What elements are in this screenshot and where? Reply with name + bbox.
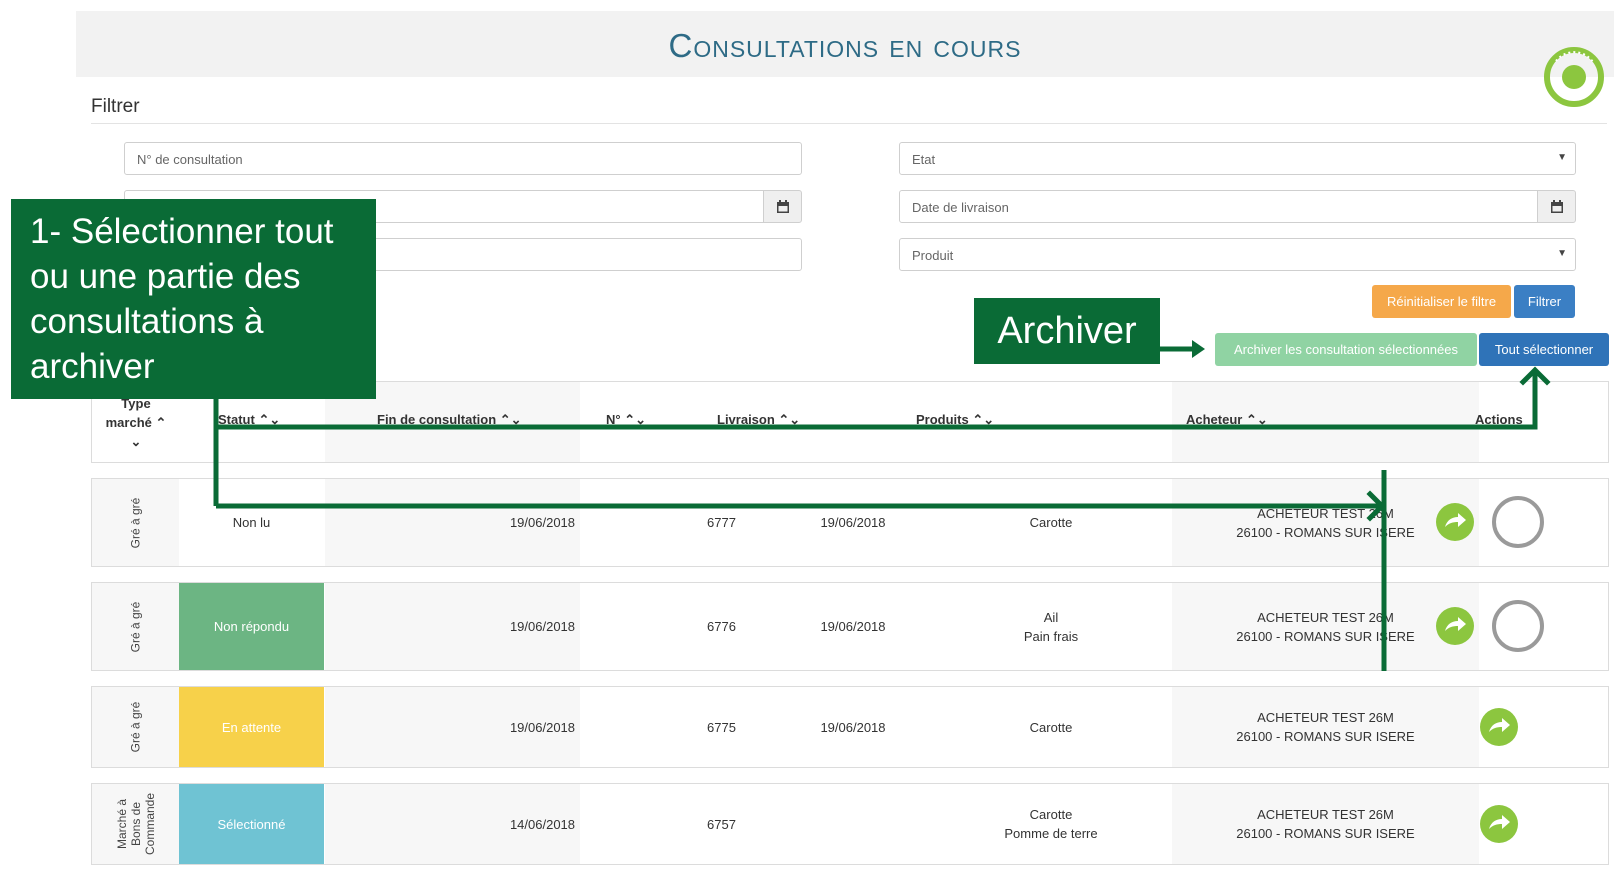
- table-row[interactable]: Gré à gré Non répondu 19/06/2018 6776 19…: [91, 582, 1609, 671]
- agrilocal-logo: [1544, 47, 1604, 107]
- status-badge: Sélectionné: [179, 784, 324, 864]
- chevron-down-icon: ▼: [1557, 248, 1567, 259]
- etat-select-value: Etat: [912, 152, 936, 167]
- archive-selected-button[interactable]: Archiver les consultation sélectionnées: [1215, 333, 1477, 366]
- table-row[interactable]: Gré à gré En attente 19/06/2018 6775 19/…: [91, 686, 1609, 768]
- status-badge: En attente: [179, 687, 324, 767]
- date-livraison-input[interactable]: Date de livraison: [899, 190, 1538, 223]
- cell-produits: Carotte: [1029, 719, 1073, 735]
- cell-num: 6757: [707, 816, 736, 832]
- forward-arrow-icon[interactable]: [1436, 503, 1474, 541]
- produit-select[interactable]: Produit ▼: [899, 238, 1576, 271]
- cell-fin: 14/06/2018: [509, 816, 576, 832]
- row-type: Gré à gré: [92, 687, 179, 767]
- cell-produits: Carotte: [1029, 515, 1073, 530]
- sort-down-icon: ⌄: [130, 434, 142, 449]
- cell-num: 6776: [707, 619, 736, 634]
- calendar-icon: [1551, 200, 1563, 213]
- forward-arrow-icon[interactable]: [1436, 607, 1474, 645]
- cell-acheteur: ACHETEUR TEST 26M 26100 - ROMANS SUR ISER…: [1236, 710, 1415, 744]
- header-fin-consultation[interactable]: Fin de consultation ⌃⌄: [377, 412, 522, 428]
- cell-livraison: [773, 784, 933, 864]
- cell-livraison: 19/06/2018: [820, 515, 886, 530]
- calendar-icon: [777, 200, 789, 213]
- header-type-label-2: marché: [105, 415, 152, 430]
- forward-arrow-icon[interactable]: [1480, 805, 1518, 843]
- etat-select[interactable]: Etat ▼: [899, 142, 1576, 175]
- produit-select-value: Produit: [912, 248, 954, 263]
- forward-arrow-icon[interactable]: [1480, 708, 1518, 746]
- status-badge: Non répondu: [179, 583, 324, 670]
- cell-livraison: 19/06/2018: [820, 619, 886, 634]
- select-checkbox[interactable]: [1492, 600, 1544, 652]
- cell-acheteur: ACHETEUR TEST 26M 26100 - ROMANS SUR ISER…: [1236, 505, 1415, 540]
- annotation-archiver: Archiver: [974, 298, 1160, 364]
- cell-livraison: 19/06/2018: [820, 719, 886, 735]
- calendar-button[interactable]: [1537, 190, 1576, 223]
- table-row[interactable]: Marché à Bons de Commande Sélectionné 14…: [91, 783, 1609, 865]
- header-actions: Actions: [1475, 412, 1523, 427]
- sort-up-icon: ⌃: [155, 415, 167, 430]
- annotation-step1: 1- Sélectionner tout ou une partie des c…: [11, 199, 376, 399]
- cell-num: 6775: [707, 719, 736, 735]
- header-acheteur[interactable]: Acheteur ⌃⌄: [1186, 412, 1268, 428]
- status-badge: Non lu: [179, 479, 324, 566]
- filter-button[interactable]: Filtrer: [1514, 285, 1575, 318]
- row-type: Gré à gré: [92, 583, 179, 670]
- cell-fin: 19/06/2018: [509, 619, 576, 634]
- title-bar: Consultations en cours: [76, 11, 1614, 77]
- table-row[interactable]: Gré à gré Non lu 19/06/2018 6777 19/06/2…: [91, 478, 1609, 567]
- header-livraison[interactable]: Livraison ⌃⌄: [717, 412, 800, 428]
- consultation-number-input[interactable]: N° de consultation: [124, 142, 802, 175]
- cell-produits: Carotte Pomme de terre: [1004, 807, 1098, 841]
- page-title: Consultations en cours: [668, 27, 1022, 64]
- cell-num: 6777: [707, 515, 736, 530]
- reset-filter-button[interactable]: Réinitialiser le filtre: [1372, 285, 1511, 318]
- filter-divider: [91, 123, 1607, 124]
- row-type: Gré à gré: [92, 479, 179, 566]
- select-checkbox[interactable]: [1492, 496, 1544, 548]
- row-type: Marché à Bons de Commande: [92, 784, 179, 864]
- select-all-button[interactable]: Tout sélectionner: [1479, 333, 1609, 366]
- cell-fin: 19/06/2018: [509, 515, 576, 530]
- calendar-button[interactable]: [763, 190, 802, 223]
- header-numero[interactable]: N° ⌃⌄: [606, 412, 646, 428]
- cell-produits: Ail Pain frais: [1023, 609, 1079, 644]
- filter-label: Filtrer: [91, 96, 140, 117]
- cell-acheteur: ACHETEUR TEST 26M 26100 - ROMANS SUR ISER…: [1236, 807, 1415, 841]
- header-produits[interactable]: Produits ⌃⌄: [916, 412, 994, 428]
- cell-acheteur: ACHETEUR TEST 26M 26100 - ROMANS SUR ISER…: [1236, 609, 1415, 644]
- header-statut[interactable]: Statut ⌃⌄: [218, 412, 280, 428]
- chevron-down-icon: ▼: [1557, 152, 1567, 163]
- cell-fin: 19/06/2018: [509, 719, 576, 735]
